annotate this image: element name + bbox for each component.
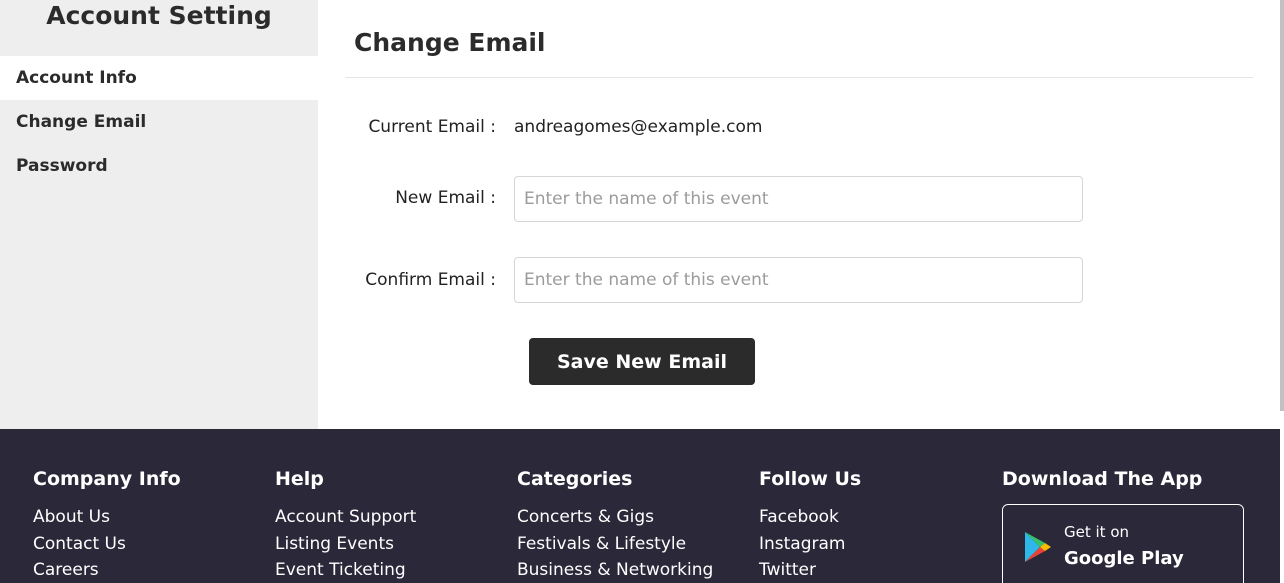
footer-heading-company: Company Info — [33, 468, 181, 490]
footer-link-festivals-lifestyle[interactable]: Festivals & Lifestyle — [517, 531, 713, 558]
page-title: Change Email — [354, 28, 546, 57]
google-play-icon — [1025, 532, 1051, 562]
page-scrollbar[interactable] — [1280, 0, 1284, 411]
confirm-email-label: Confirm Email : — [365, 270, 496, 290]
current-email-label: Current Email : — [368, 117, 496, 137]
main-panel: Change Email Current Email : andreagomes… — [318, 0, 1280, 429]
footer-link-twitter[interactable]: Twitter — [759, 557, 861, 583]
footer-heading-app: Download The App — [1002, 468, 1203, 490]
footer-column-categories: Categories Concerts & Gigs Festivals & L… — [517, 466, 713, 583]
footer-link-facebook[interactable]: Facebook — [759, 504, 861, 531]
footer-heading-follow: Follow Us — [759, 468, 862, 490]
title-divider — [345, 77, 1253, 78]
sidebar-item-account-info[interactable]: Account Info — [0, 56, 318, 100]
footer-link-account-support[interactable]: Account Support — [275, 504, 416, 531]
sidebar-item-change-email[interactable]: Change Email — [0, 100, 318, 144]
save-new-email-button[interactable]: Save New Email — [529, 338, 755, 385]
confirm-email-input[interactable] — [514, 257, 1083, 303]
new-email-label: New Email : — [395, 188, 496, 208]
google-play-small-text: Get it on — [1064, 523, 1130, 541]
google-play-badge[interactable]: Get it on Google Play — [1002, 504, 1244, 583]
footer-link-contact-us[interactable]: Contact Us — [33, 531, 181, 558]
google-play-big-text: Google Play — [1064, 548, 1184, 569]
footer-link-careers[interactable]: Careers — [33, 557, 181, 583]
footer-link-concerts-gigs[interactable]: Concerts & Gigs — [517, 504, 713, 531]
sidebar-title: Account Setting — [46, 1, 272, 30]
footer-column-app: Download The App — [1002, 466, 1202, 504]
footer-column-help: Help Account Support Listing Events Even… — [275, 466, 416, 583]
current-email-value: andreagomes@example.com — [514, 117, 763, 137]
footer-link-business-networking[interactable]: Business & Networking — [517, 557, 713, 583]
footer-link-instagram[interactable]: Instagram — [759, 531, 861, 558]
new-email-input[interactable] — [514, 176, 1083, 222]
footer-link-about-us[interactable]: About Us — [33, 504, 181, 531]
sidebar-item-password[interactable]: Password — [0, 144, 318, 188]
footer-column-company: Company Info About Us Contact Us Careers — [33, 466, 181, 583]
footer-link-event-ticketing[interactable]: Event Ticketing — [275, 557, 416, 583]
sidebar: Account Setting Account Info Change Emai… — [0, 0, 318, 429]
footer-heading-help: Help — [275, 468, 324, 490]
footer-column-follow: Follow Us Facebook Instagram Twitter — [759, 466, 861, 583]
footer-heading-categories: Categories — [517, 468, 633, 490]
footer-link-listing-events[interactable]: Listing Events — [275, 531, 416, 558]
